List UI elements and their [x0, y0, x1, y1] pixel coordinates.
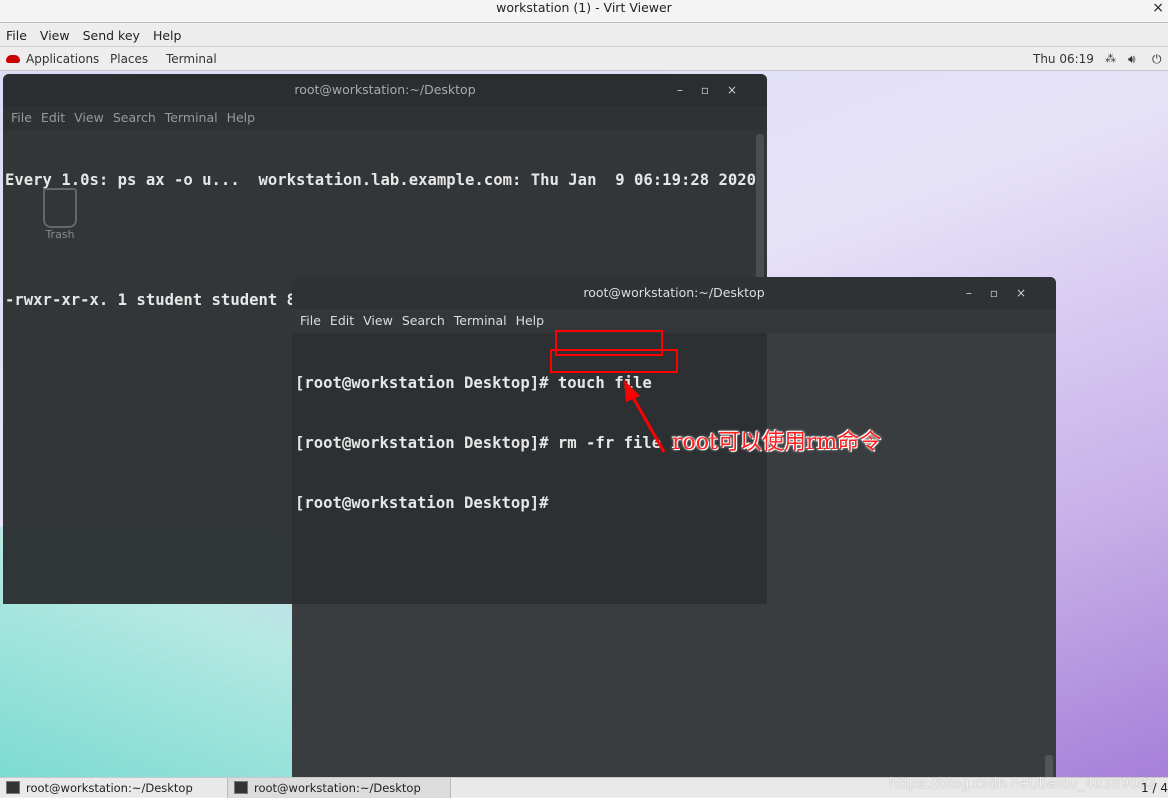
window-controls[interactable]: –▫×	[677, 74, 755, 106]
terminal-icon	[234, 781, 248, 794]
menu-send-key[interactable]: Send key	[83, 28, 140, 43]
tmenu-file[interactable]: File	[300, 313, 321, 328]
terminal-titlebar[interactable]: root@workstation:~/Desktop –▫×	[292, 277, 1056, 309]
menu-view[interactable]: View	[40, 28, 70, 43]
terminal-menu: File Edit View Search Terminal Help	[3, 106, 767, 130]
tmenu-help[interactable]: Help	[516, 313, 545, 328]
tmenu-terminal[interactable]: Terminal	[165, 110, 218, 125]
annotation-text: root可以使用rm命令	[672, 430, 882, 455]
watermark: https://blog.csdn.net/baidu_40389082	[888, 776, 1156, 792]
tmenu-terminal[interactable]: Terminal	[454, 313, 507, 328]
window-controls[interactable]: –▫×	[966, 277, 1044, 309]
terminal-menu: File Edit View Search Terminal Help	[292, 309, 1056, 333]
terminal-line: [root@workstation Desktop]# rm -fr file	[295, 434, 662, 452]
volume-icon[interactable]: 🔊︎	[1128, 47, 1136, 71]
trash-desktop-icon[interactable]: Trash	[38, 188, 82, 241]
menu-file[interactable]: File	[6, 28, 27, 43]
trash-icon	[43, 188, 77, 228]
tmenu-edit[interactable]: Edit	[41, 110, 65, 125]
network-icon[interactable]: ⁂	[1105, 47, 1116, 71]
taskbar-item-active[interactable]: root@workstation:~/Desktop	[227, 778, 451, 798]
terminal-icon	[6, 781, 20, 794]
trash-label: Trash	[45, 228, 75, 241]
tmenu-edit[interactable]: Edit	[330, 313, 354, 328]
taskbar-item[interactable]: root@workstation:~/Desktop	[0, 778, 225, 798]
tmenu-search[interactable]: Search	[113, 110, 156, 125]
redhat-icon	[6, 55, 20, 63]
panel-terminal[interactable]: Terminal	[166, 47, 217, 71]
terminal-title: root@workstation:~/Desktop	[294, 82, 476, 97]
clock[interactable]: Thu 06:19	[1033, 47, 1094, 71]
terminal-title: root@workstation:~/Desktop	[583, 285, 765, 300]
terminal-titlebar[interactable]: root@workstation:~/Desktop –▫×	[3, 74, 767, 106]
terminal-line: [root@workstation Desktop]#	[295, 494, 558, 512]
tmenu-file[interactable]: File	[11, 110, 32, 125]
power-icon[interactable]: ⏻	[1152, 47, 1162, 71]
taskbar: root@workstation:~/Desktop root@workstat…	[0, 776, 1168, 798]
top-panel: Applications Places Terminal Thu 06:19 ⁂…	[0, 47, 1168, 71]
panel-places[interactable]: Places	[110, 47, 148, 71]
tmenu-view[interactable]: View	[74, 110, 104, 125]
tmenu-search[interactable]: Search	[402, 313, 445, 328]
watch-header: Every 1.0s: ps ax -o u... workstation.la…	[5, 171, 757, 189]
highlight-box	[550, 349, 678, 373]
tmenu-view[interactable]: View	[363, 313, 393, 328]
terminal-line: [root@workstation Desktop]# touch file	[295, 374, 652, 392]
menubar: File View Send key Help	[0, 24, 1168, 47]
workspace-pager[interactable]: 1 / 4	[1141, 778, 1168, 798]
panel-applications[interactable]: Applications	[26, 47, 99, 71]
window-titlebar: workstation (1) - Virt Viewer ×	[0, 0, 1168, 23]
close-icon[interactable]: ×	[1152, 0, 1164, 16]
tmenu-help[interactable]: Help	[227, 110, 256, 125]
window-title: workstation (1) - Virt Viewer	[496, 0, 672, 15]
menu-help[interactable]: Help	[153, 28, 182, 43]
